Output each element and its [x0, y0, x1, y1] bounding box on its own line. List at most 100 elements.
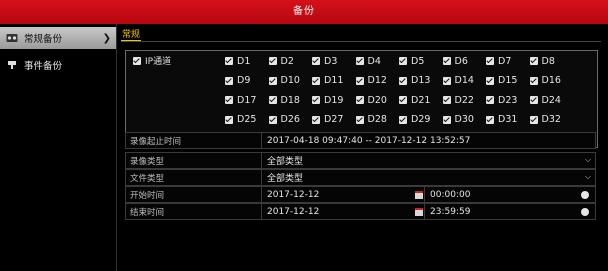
checkbox-checked — [133, 56, 141, 65]
channel-label: D9 — [237, 75, 251, 86]
record-type-label: 录像类型 — [126, 153, 262, 168]
channel-label: D7 — [498, 55, 512, 67]
channel-checkbox-d19[interactable]: D19 — [312, 93, 343, 107]
start-time-row: 开始时间 2017-12-12 00:00:00 — [125, 186, 596, 203]
channel-label: D17 — [237, 94, 257, 106]
channel-checkbox-d30[interactable]: D30 — [442, 113, 474, 127]
channel-checkbox-d12[interactable]: D12 — [355, 74, 387, 88]
channel-label: D29 — [411, 114, 431, 125]
channel-checkbox-d18[interactable]: D18 — [268, 93, 300, 107]
checkbox-checked — [442, 115, 451, 124]
channel-checkbox-d4[interactable]: D4 — [355, 54, 381, 68]
channel-checkbox-d1[interactable]: D1 — [225, 54, 250, 68]
sidebar: 常规备份 ❯ 事件备份 — [0, 24, 116, 271]
channel-checkbox-d5[interactable]: D5 — [399, 54, 424, 68]
checkbox-checked — [486, 76, 494, 85]
channel-label: D31 — [498, 114, 518, 125]
channel-checkbox-d24[interactable]: D24 — [529, 93, 561, 107]
channel-checkbox-d27[interactable]: D27 — [312, 113, 343, 127]
channel-checkbox-d16[interactable]: D16 — [529, 74, 561, 88]
ip-channel-all-checkbox[interactable]: IP通道 — [133, 54, 171, 67]
channel-checkbox-d14[interactable]: D14 — [442, 74, 474, 88]
channel-checkbox-d26[interactable]: D26 — [268, 113, 300, 127]
calendar-icon[interactable] — [415, 208, 423, 216]
channel-label: D8 — [541, 55, 555, 67]
end-date-field[interactable]: 2017-12-12 — [267, 204, 417, 219]
chevron-right-icon: ❯ — [102, 32, 111, 44]
channel-label: D16 — [541, 75, 561, 86]
file-type-label: 文件类型 — [126, 170, 262, 185]
channel-label: D28 — [367, 114, 387, 125]
end-time-field[interactable]: 23:59:59 — [430, 204, 580, 219]
channel-label: D13 — [411, 75, 431, 86]
checkbox-checked — [486, 57, 494, 65]
checkbox-checked — [399, 76, 407, 85]
channel-checkbox-d11[interactable]: D11 — [312, 74, 343, 88]
clock-icon[interactable] — [581, 191, 589, 199]
file-type-select[interactable]: 全部类型 ⌵ — [262, 170, 595, 185]
channel-label: D26 — [280, 114, 300, 125]
start-date-field[interactable]: 2017-12-12 — [267, 187, 417, 202]
channel-checkbox-d7[interactable]: D7 — [486, 54, 511, 68]
record-type-select[interactable]: 全部类型 ⌵ — [262, 153, 595, 168]
main-panel: 常规 IP通道 D1 D2 D3 D4 D5 D6 D7 D8 D9 D10 D11 D12 D13 D1… — [117, 24, 608, 271]
end-time-row: 结束时间 2017-12-12 23:59:59 — [125, 203, 596, 220]
checkbox-checked — [399, 115, 407, 124]
start-time-field[interactable]: 00:00:00 — [430, 187, 580, 202]
channel-checkbox-d17[interactable]: D17 — [225, 93, 256, 107]
channel-label: D4 — [367, 55, 381, 67]
tab-regular[interactable]: 常规 — [121, 27, 142, 41]
channel-checkbox-d28[interactable]: D28 — [355, 113, 387, 127]
channel-label: D25 — [237, 114, 257, 125]
checkbox-checked — [225, 57, 233, 65]
checkbox-checked — [399, 96, 407, 104]
checkbox-checked — [355, 57, 364, 65]
checkbox-checked — [312, 57, 320, 65]
sidebar-item-event-backup[interactable]: 事件备份 — [0, 54, 116, 76]
clock-icon[interactable] — [581, 208, 589, 216]
tape-icon — [6, 32, 18, 44]
window-title: 备份 — [0, 0, 608, 24]
channel-label: D12 — [367, 75, 387, 86]
sidebar-item-regular-backup[interactable]: 常规备份 ❯ — [0, 27, 116, 49]
channel-checkbox-d32[interactable]: D32 — [529, 113, 561, 127]
channel-checkbox-d29[interactable]: D29 — [399, 113, 430, 127]
channel-label: D14 — [454, 75, 474, 86]
channel-checkbox-d10[interactable]: D10 — [268, 74, 300, 88]
channel-label: D21 — [411, 94, 431, 106]
channel-checkbox-d31[interactable]: D31 — [486, 113, 517, 127]
channel-checkbox-d2[interactable]: D2 — [268, 54, 294, 68]
checkbox-checked — [355, 96, 364, 104]
channel-checkbox-d20[interactable]: D20 — [355, 93, 387, 107]
checkbox-checked — [225, 76, 233, 85]
checkbox-checked — [312, 76, 320, 85]
channel-label: D2 — [280, 55, 294, 67]
checkbox-checked — [486, 115, 494, 124]
channel-checkbox-d8[interactable]: D8 — [529, 54, 555, 68]
channel-label: D6 — [454, 55, 468, 67]
channel-checkbox-d22[interactable]: D22 — [442, 93, 474, 107]
checkbox-checked — [268, 96, 277, 104]
channel-label: D20 — [367, 94, 387, 106]
chevron-down-icon: ⌵ — [584, 155, 591, 164]
channel-label: D19 — [324, 94, 344, 106]
checkbox-checked — [529, 76, 538, 85]
channel-label: D24 — [541, 94, 561, 106]
channel-checkbox-d23[interactable]: D23 — [486, 93, 517, 107]
channel-checkbox-d3[interactable]: D3 — [312, 54, 337, 68]
end-time-label: 结束时间 — [126, 204, 262, 219]
channel-checkbox-d15[interactable]: D15 — [486, 74, 517, 88]
record-range-value: 2017-04-18 09:47:40 -- 2017-12-12 13:52:… — [267, 135, 471, 146]
channel-checkbox-d21[interactable]: D21 — [399, 93, 430, 107]
sidebar-item-label: 常规备份 — [24, 34, 63, 45]
calendar-icon[interactable] — [415, 191, 423, 199]
channel-label: D32 — [541, 114, 561, 125]
checkbox-checked — [268, 76, 277, 85]
channel-checkbox-d6[interactable]: D6 — [442, 54, 468, 68]
channel-checkbox-d13[interactable]: D13 — [399, 74, 430, 88]
channel-label: D3 — [324, 55, 338, 67]
record-range-label: 录像起止时间 — [126, 133, 262, 148]
channel-checkbox-d9[interactable]: D9 — [225, 74, 250, 88]
channel-checkbox-d25[interactable]: D25 — [225, 113, 256, 127]
record-range-row: 录像起止时间 2017-04-18 09:47:40 -- 2017-12-12… — [125, 132, 596, 149]
